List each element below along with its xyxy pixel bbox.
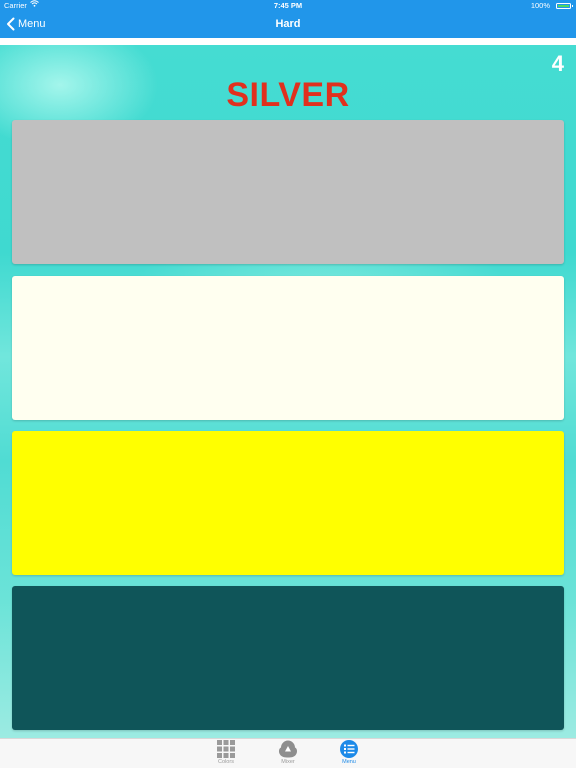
tab-colors[interactable]: Colors — [206, 740, 246, 768]
color-swatch-2[interactable] — [12, 276, 564, 420]
tab-colors-label: Colors — [218, 759, 234, 765]
tab-mixer-label: Mixer — [281, 759, 295, 765]
battery-icon — [556, 3, 573, 9]
app-window: Carrier 7:45 PM 100% Menu Hard 4 SILVER … — [0, 0, 576, 768]
color-swatch-1[interactable] — [12, 120, 564, 264]
tab-bar: Colors Mixer Menu — [0, 738, 576, 768]
top-bar: Carrier 7:45 PM 100% Menu Hard — [0, 0, 576, 38]
battery-percent: 100% — [530, 1, 550, 10]
color-word: SILVER — [226, 76, 350, 114]
menu-list-icon — [340, 740, 358, 758]
grid-icon — [217, 740, 235, 758]
status-bar: Carrier 7:45 PM 100% — [0, 0, 576, 12]
navigation-bar: Menu Hard — [0, 12, 576, 36]
clock: 7:45 PM — [273, 1, 303, 10]
tab-menu-label: Menu — [342, 759, 356, 765]
score-counter: 4 — [551, 51, 564, 76]
color-swatch-3[interactable] — [12, 431, 564, 575]
color-swatch-4[interactable] — [12, 586, 564, 730]
page-title: Hard — [275, 18, 301, 30]
game-area: 4 SILVER — [0, 45, 576, 738]
tab-menu[interactable]: Menu — [329, 740, 369, 768]
mixer-icon — [278, 740, 298, 758]
tab-mixer[interactable]: Mixer — [268, 740, 308, 768]
